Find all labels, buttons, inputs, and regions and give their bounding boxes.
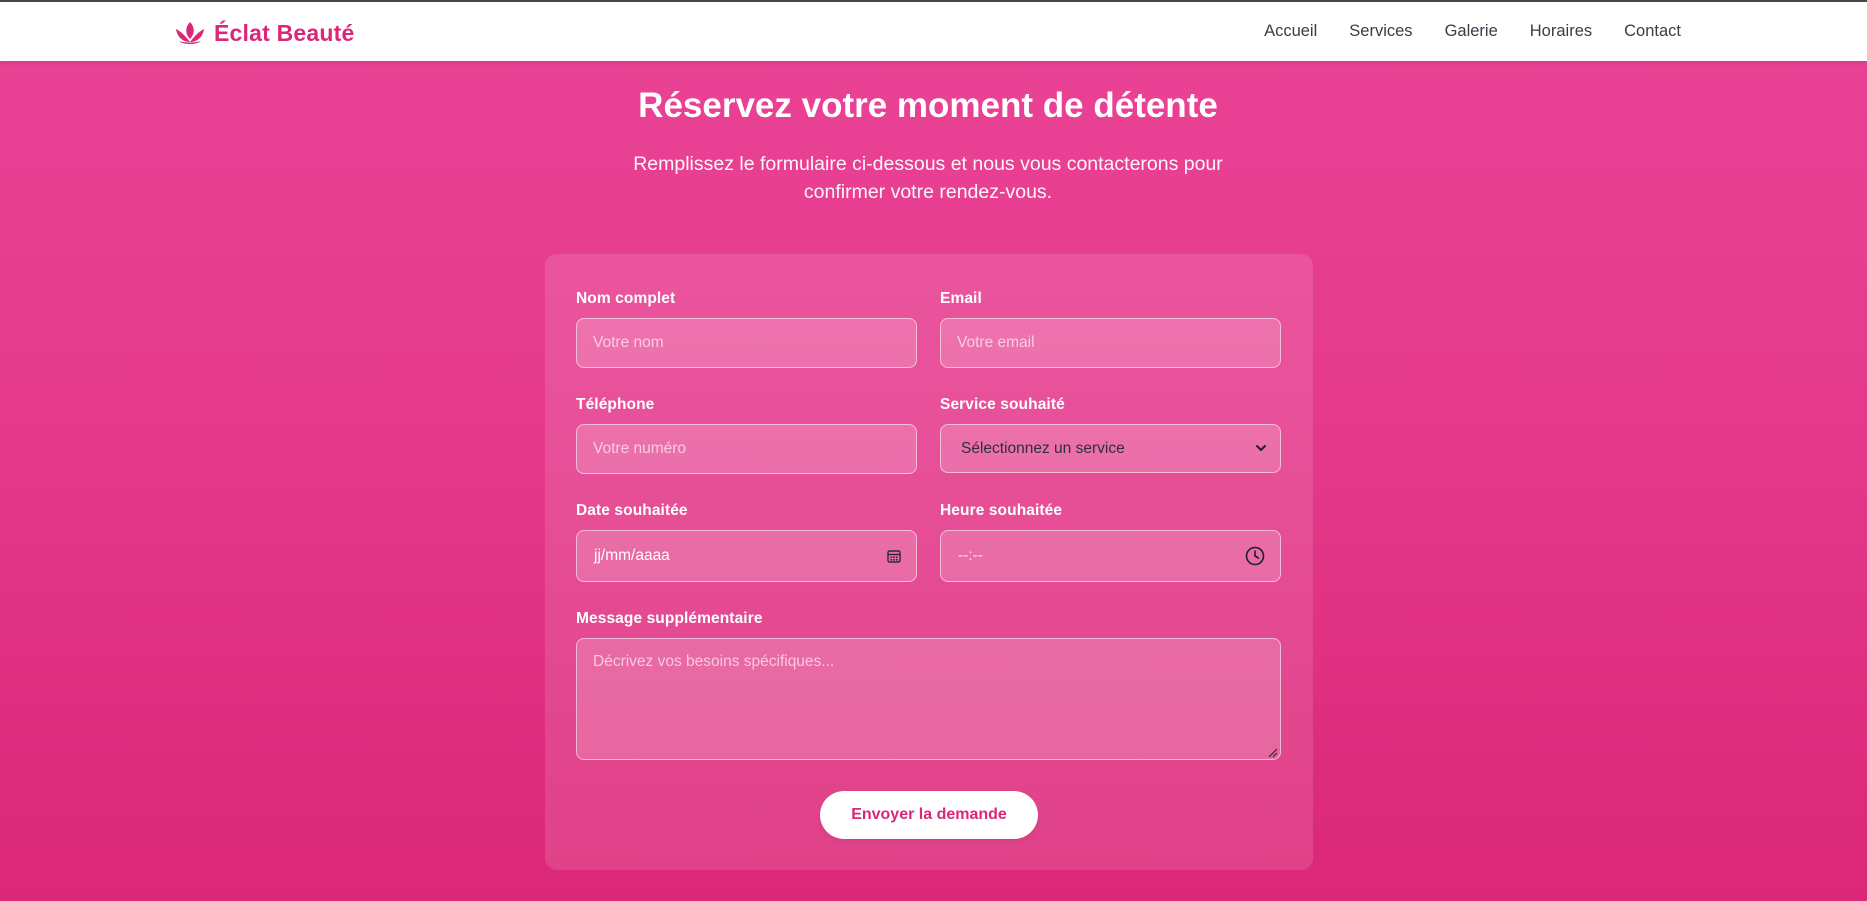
- brand-name: Éclat Beauté: [214, 19, 355, 46]
- nav-item-services[interactable]: Services: [1349, 22, 1412, 41]
- nav-item-horaires[interactable]: Horaires: [1530, 22, 1592, 41]
- nav-item-contact[interactable]: Contact: [1624, 22, 1681, 41]
- message-label: Message supplémentaire: [576, 610, 763, 627]
- submit-button[interactable]: Envoyer la demande: [820, 791, 1038, 839]
- date-input-value: jj/mm/aaaa: [594, 547, 670, 564]
- time-label: Heure souhaitée: [940, 502, 1063, 519]
- main-nav: Accueil Services Galerie Horaires Contac…: [1264, 22, 1681, 41]
- date-input[interactable]: jj/mm/aaaa: [576, 530, 917, 582]
- lotus-icon: [174, 20, 206, 46]
- service-label: Service souhaité: [940, 396, 1065, 413]
- chevron-down-icon: [1254, 441, 1268, 460]
- time-input[interactable]: --:--: [940, 530, 1281, 582]
- date-label: Date souhaitée: [576, 502, 688, 519]
- calendar-icon[interactable]: [886, 548, 902, 564]
- message-textarea[interactable]: [576, 638, 1281, 760]
- time-input-value: --:--: [958, 547, 983, 564]
- clock-icon[interactable]: [1244, 545, 1266, 567]
- nav-item-accueil[interactable]: Accueil: [1264, 22, 1317, 41]
- nav-item-galerie[interactable]: Galerie: [1445, 22, 1498, 41]
- page-subtitle: Remplissez le formulaire ci-dessous et n…: [633, 153, 1223, 203]
- navbar: Éclat Beauté Accueil Services Galerie Ho…: [0, 2, 1867, 61]
- email-input[interactable]: [940, 318, 1281, 368]
- brand-logo[interactable]: Éclat Beauté: [174, 17, 354, 49]
- service-select[interactable]: Sélectionnez un service: [940, 424, 1281, 473]
- phone-label: Téléphone: [576, 396, 655, 413]
- phone-input[interactable]: [576, 424, 917, 474]
- service-select-value: Sélectionnez un service: [961, 439, 1125, 457]
- name-label: Nom complet: [576, 290, 676, 307]
- resize-handle-icon[interactable]: [1266, 745, 1278, 763]
- name-input[interactable]: [576, 318, 917, 368]
- email-label: Email: [940, 290, 982, 307]
- page-title: Réservez votre moment de détente: [638, 86, 1218, 125]
